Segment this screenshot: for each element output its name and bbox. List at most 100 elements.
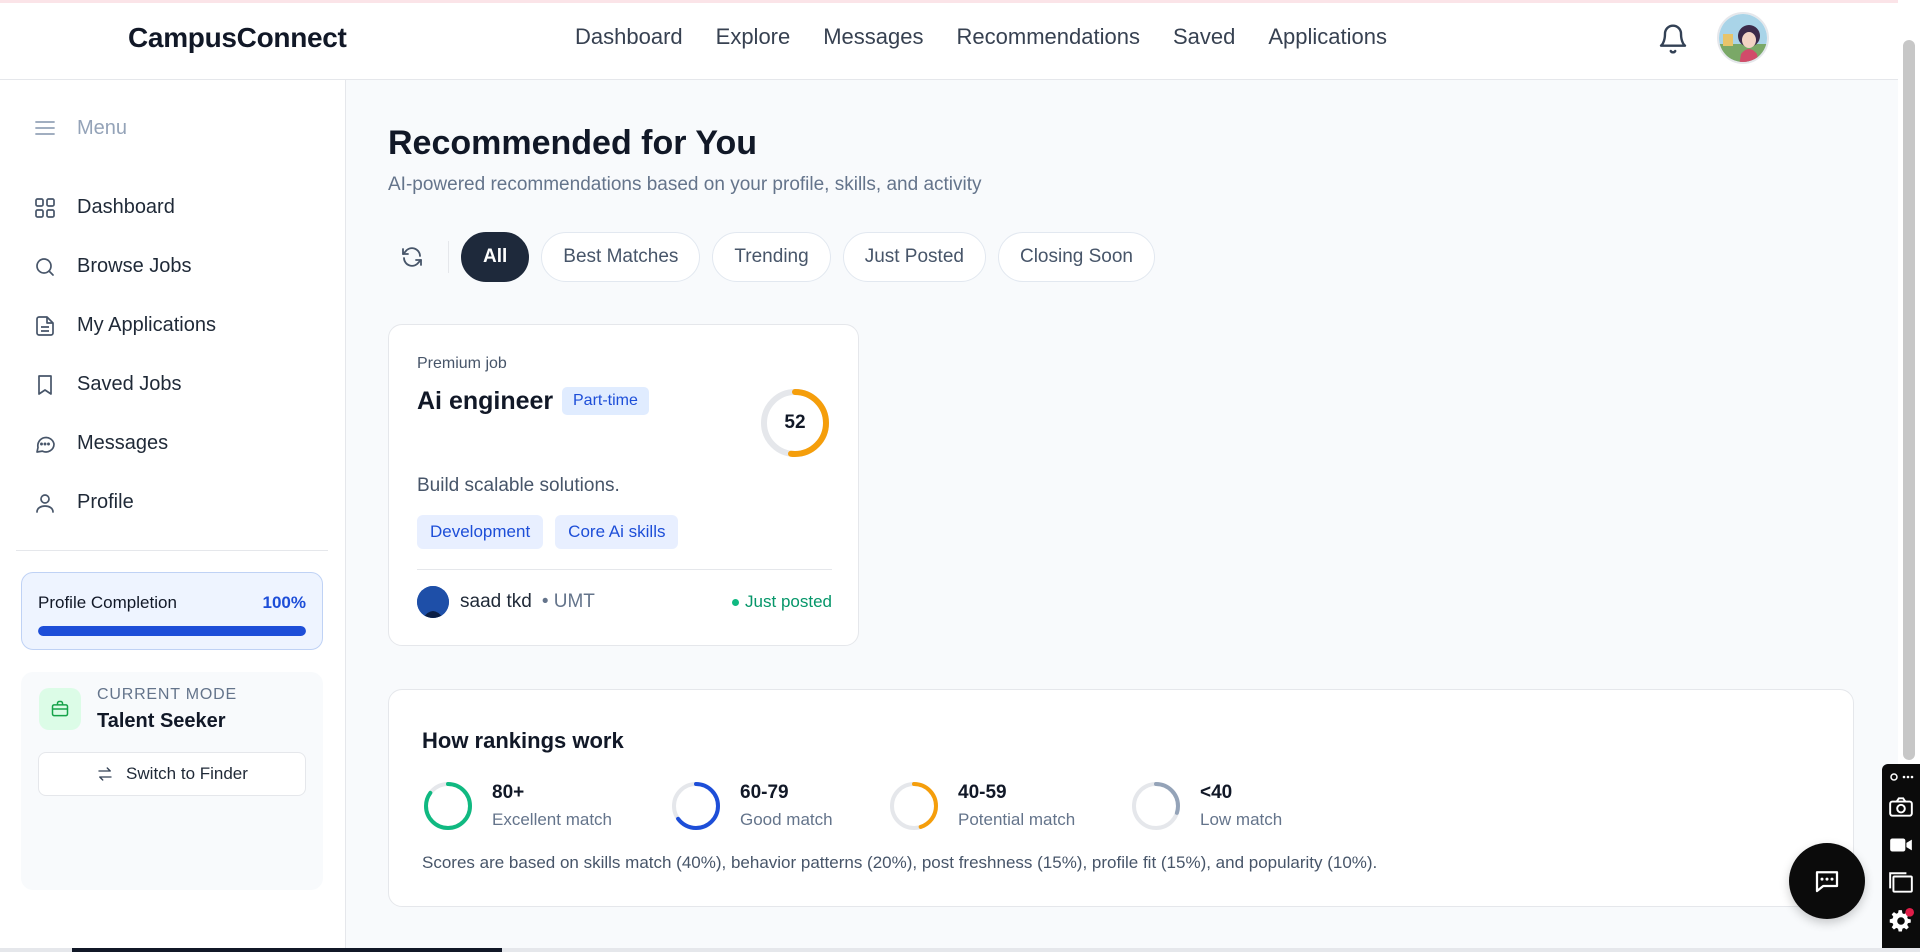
brand-logo[interactable]: CampusConnect <box>128 22 347 54</box>
sidebar-item-label: Messages <box>77 432 169 454</box>
chat-icon <box>36 436 55 453</box>
profile-completion-card[interactable]: Profile Completion 100% <box>21 572 323 650</box>
briefcase-icon <box>39 688 81 730</box>
sidebar-divider <box>16 550 328 551</box>
rankings-card: How rankings work 80+ Excellent match 60… <box>388 689 1854 907</box>
main-nav: Dashboard Explore Messages Recommendatio… <box>575 24 1387 50</box>
window-icon[interactable] <box>1886 868 1916 898</box>
tier-range: 40-59 <box>958 782 1007 803</box>
refresh-icon[interactable] <box>388 233 436 281</box>
job-tag: Core Ai skills <box>555 515 679 549</box>
tier-ring-icon <box>424 782 472 830</box>
status-dot-icon <box>732 598 740 606</box>
tier-ring-icon <box>672 782 720 830</box>
switch-mode-label: Switch to Finder <box>126 764 248 783</box>
menu-header[interactable]: Menu <box>33 116 127 140</box>
nav-explore[interactable]: Explore <box>716 24 791 50</box>
chat-button[interactable] <box>1789 843 1865 919</box>
scrollbar-thumb[interactable] <box>1903 40 1915 760</box>
current-mode-label: CURRENT MODE <box>97 686 237 703</box>
job-card-footer: saad tkd • UMT Just posted <box>417 585 832 619</box>
tier-range: 80+ <box>492 782 525 803</box>
filter-trending[interactable]: Trending <box>712 232 831 282</box>
poster-avatar[interactable] <box>417 586 449 618</box>
document-icon <box>36 315 54 336</box>
sidebar-item-dashboard[interactable]: Dashboard <box>33 178 216 237</box>
job-tag: Development <box>417 515 544 549</box>
filter-bar: All Best Matches Trending Just Posted Cl… <box>388 232 1155 282</box>
swap-icon <box>98 767 112 781</box>
tier-range: 60-79 <box>740 782 789 803</box>
sidebar-item-label: My Applications <box>77 314 216 336</box>
filter-just-posted[interactable]: Just Posted <box>842 232 986 282</box>
horizontal-scroll-thumb[interactable] <box>72 948 502 952</box>
tier-good: 60-79 Good match <box>670 780 888 832</box>
capture-toolbar <box>1882 764 1920 952</box>
post-status: Just posted <box>732 592 832 612</box>
user-avatar[interactable] <box>1717 12 1769 64</box>
rankings-note: Scores are based on skills match (40%), … <box>422 853 1378 872</box>
profile-completion-label: Profile Completion <box>38 593 177 612</box>
camera-icon[interactable] <box>1886 792 1916 822</box>
nav-messages[interactable]: Messages <box>823 24 923 50</box>
sidebar: Menu Dashboard Browse Jobs My Applicatio… <box>0 80 346 952</box>
post-status-label: Just posted <box>745 592 832 611</box>
job-description: Build scalable solutions. <box>417 475 620 496</box>
sidebar-item-label: Profile <box>77 491 134 513</box>
profile-progress-bar <box>38 626 306 636</box>
job-tags: Development Core Ai skills <box>417 515 679 549</box>
premium-label: Premium job <box>417 355 507 372</box>
current-mode-name: Talent Seeker <box>97 710 226 732</box>
match-score-ring: 52 <box>759 387 831 459</box>
settings-icon[interactable] <box>1886 906 1916 936</box>
video-icon[interactable] <box>1886 830 1916 860</box>
sidebar-item-label: Browse Jobs <box>77 255 192 277</box>
sidebar-item-label: Saved Jobs <box>77 373 182 395</box>
profile-progress-fill <box>38 626 306 636</box>
mode-card: CURRENT MODE Talent Seeker Switch to Fin… <box>21 672 323 890</box>
filter-best-matches[interactable]: Best Matches <box>541 232 701 282</box>
top-navbar: CampusConnect Dashboard Explore Messages… <box>0 0 1920 80</box>
tier-label: Excellent match <box>492 810 612 829</box>
user-icon <box>36 493 54 513</box>
sidebar-item-profile[interactable]: Profile <box>33 473 216 532</box>
tier-label: Good match <box>740 810 833 829</box>
switch-mode-button[interactable]: Switch to Finder <box>38 752 306 796</box>
job-title[interactable]: Ai engineer <box>417 387 553 416</box>
tier-label: Potential match <box>958 810 1076 829</box>
more-icon[interactable] <box>1886 770 1916 784</box>
search-icon <box>36 257 54 276</box>
tier-low: <40 Low match <box>1130 780 1330 832</box>
bookmark-icon <box>38 374 52 395</box>
hamburger-icon[interactable] <box>33 116 57 140</box>
chat-bubble-icon <box>1815 871 1839 893</box>
sidebar-item-browse-jobs[interactable]: Browse Jobs <box>33 237 216 296</box>
nav-saved[interactable]: Saved <box>1173 24 1235 50</box>
sidebar-item-messages[interactable]: Messages <box>33 414 216 473</box>
page-subtitle: AI-powered recommendations based on your… <box>388 174 982 195</box>
bell-icon[interactable] <box>1657 23 1689 55</box>
job-card[interactable]: Premium job Ai engineer Part-time 52 Bui… <box>388 324 859 646</box>
rankings-tiers: 80+ Excellent match 60-79 Good match 40-… <box>422 780 1330 832</box>
nav-recommendations[interactable]: Recommendations <box>957 24 1140 50</box>
filter-closing-soon[interactable]: Closing Soon <box>997 232 1155 282</box>
sidebar-item-my-applications[interactable]: My Applications <box>33 296 216 355</box>
tier-label: Low match <box>1200 810 1283 829</box>
sidebar-item-saved-jobs[interactable]: Saved Jobs <box>33 355 216 414</box>
filter-all[interactable]: All <box>461 232 530 282</box>
filter-divider <box>448 241 449 273</box>
grid-icon <box>35 197 55 218</box>
poster-name[interactable]: saad tkd <box>460 591 532 613</box>
card-divider <box>417 569 832 570</box>
tier-excellent: 80+ Excellent match <box>422 780 670 832</box>
page-title: Recommended for You <box>388 124 758 162</box>
sidebar-nav: Dashboard Browse Jobs My Applications Sa… <box>33 178 216 532</box>
rankings-title: How rankings work <box>422 728 624 753</box>
tier-ring-icon <box>890 782 938 830</box>
profile-completion-value: 100% <box>262 593 306 612</box>
nav-dashboard[interactable]: Dashboard <box>575 24 683 50</box>
tier-range: <40 <box>1200 782 1233 803</box>
nav-applications[interactable]: Applications <box>1268 24 1387 50</box>
tier-ring-icon <box>1132 782 1180 830</box>
menu-label: Menu <box>77 116 128 139</box>
